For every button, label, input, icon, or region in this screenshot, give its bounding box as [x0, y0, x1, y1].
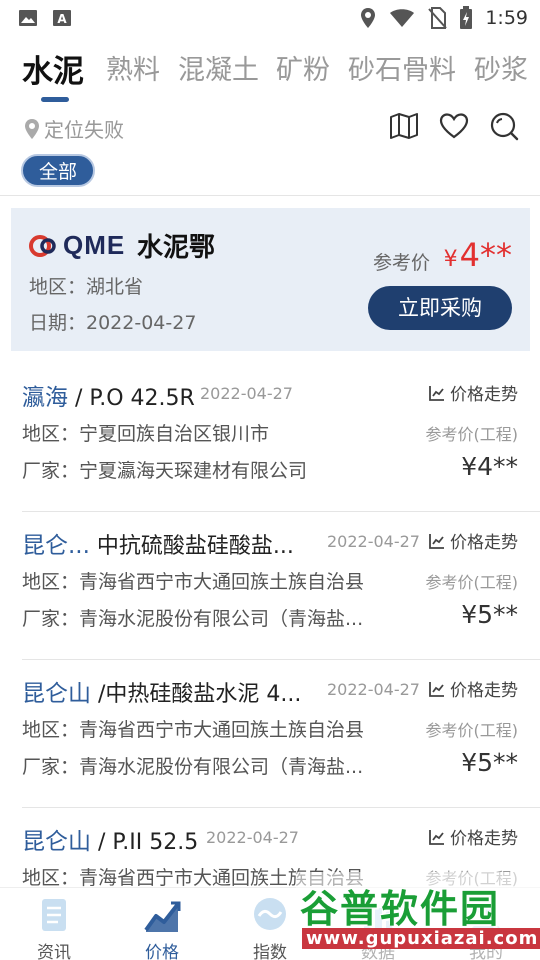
- nav-label: 价格: [145, 943, 179, 960]
- price-trend-label: 价格走势: [450, 533, 518, 553]
- no-sim-icon: [428, 7, 448, 29]
- filter-chip-all[interactable]: 全部: [21, 154, 95, 187]
- price-trend-label: 价格走势: [450, 829, 518, 849]
- category-tabs: 水泥 熟料 混凝土 矿粉 砂石骨料 砂浆: [0, 48, 540, 98]
- wifi-icon: [390, 9, 415, 27]
- trend-chart-icon: [429, 385, 444, 401]
- price-trend-link[interactable]: 价格走势: [428, 824, 518, 849]
- logo-text: QME: [63, 230, 126, 260]
- tab-aggregate[interactable]: 砂石骨料: [348, 48, 456, 87]
- location-status[interactable]: 定位失败: [22, 114, 124, 143]
- item-title: 昆仑山 /中热硅酸盐水泥 4...: [22, 674, 301, 708]
- banner-price: ¥4**: [444, 236, 512, 274]
- tab-indicator: [41, 97, 69, 102]
- price-trend-label: 价格走势: [450, 385, 518, 405]
- item-date: 2022-04-27: [200, 384, 293, 403]
- battery-charging-icon: [460, 6, 473, 29]
- item-manufacturer: 厂家：宁夏瀛海天琛建材有限公司: [22, 460, 308, 482]
- item-brand: 瀛海: [22, 385, 68, 411]
- price-trend-link[interactable]: 价格走势: [428, 676, 518, 701]
- watermark-url: www.gupuxiazai.com: [302, 928, 540, 949]
- svg-text:A: A: [57, 12, 67, 26]
- watermark-title: 谷普软件园: [300, 887, 501, 931]
- tab-clinker[interactable]: 熟料: [106, 48, 160, 87]
- header-divider: [0, 195, 540, 196]
- location-status-icon: [361, 8, 376, 28]
- item-price-label: 参考价(工程): [425, 573, 519, 592]
- nav-label: 资讯: [37, 943, 71, 960]
- tab-mortar[interactable]: 砂浆: [474, 48, 528, 87]
- trend-chart-icon: [429, 681, 444, 697]
- item-brand: 昆仑山: [22, 681, 91, 707]
- list-item[interactable]: 昆仑... 中抗硫酸盐硅酸盐... 2022-04-27 价格走势 地区：青海省…: [0, 512, 540, 660]
- item-region: 地区：青海省西宁市大通回族土族自治县: [22, 571, 365, 593]
- item-brand: 昆仑...: [22, 533, 90, 559]
- trend-chart-icon: [429, 829, 444, 845]
- price-trend-link[interactable]: 价格走势: [428, 380, 518, 405]
- banner-price-value: 4**: [459, 236, 512, 274]
- list-item[interactable]: 瀛海 / P.O 42.5R 2022-04-27 价格走势 地区：宁夏回族自治…: [0, 364, 540, 512]
- buy-now-button[interactable]: 立即采购: [368, 286, 512, 330]
- list-item[interactable]: 昆仑山 /中热硅酸盐水泥 4... 2022-04-27 价格走势 地区：青海省…: [0, 660, 540, 808]
- item-product: / P.O 42.5R: [68, 386, 195, 411]
- item-region: 地区：宁夏回族自治区银川市: [22, 423, 270, 445]
- item-product: /中热硅酸盐水泥 4...: [91, 682, 302, 707]
- item-manufacturer: 厂家：青海水泥股份有限公司（青海盐...: [22, 608, 364, 630]
- status-bar: A 1:59: [0, 0, 540, 36]
- item-date: 2022-04-27: [327, 680, 420, 699]
- qme-logo-icon: [29, 234, 56, 257]
- status-time: 1:59: [485, 7, 528, 29]
- tab-cement[interactable]: 水泥: [22, 48, 84, 91]
- nav-price[interactable]: 价格: [122, 896, 202, 960]
- banner-price-label: 参考价: [372, 252, 430, 274]
- tab-concrete[interactable]: 混凝土: [178, 48, 259, 87]
- item-product: 中抗硫酸盐硅酸盐...: [89, 534, 294, 559]
- location-text: 定位失败: [44, 118, 124, 142]
- map-icon[interactable]: [388, 110, 420, 142]
- banner-product-name: 水泥鄂: [137, 233, 216, 263]
- price-trend-label: 价格走势: [450, 681, 518, 701]
- item-date: 2022-04-27: [206, 828, 299, 847]
- favorite-heart-icon[interactable]: [438, 110, 470, 142]
- item-brand: 昆仑山: [22, 829, 91, 855]
- brand-logo: QME: [29, 230, 125, 261]
- tab-slag-powder[interactable]: 矿粉: [276, 48, 330, 87]
- font-notification-icon: A: [53, 10, 71, 26]
- item-date: 2022-04-27: [327, 532, 420, 551]
- index-icon: [254, 898, 286, 930]
- item-title: 昆仑山 / P.II 52.5: [22, 822, 198, 856]
- news-icon: [42, 899, 66, 931]
- banner-date: 日期：2022-04-27: [29, 312, 197, 334]
- chart-icon: [144, 901, 181, 932]
- banner-region: 地区：湖北省: [29, 276, 144, 298]
- item-region: 地区：青海省西宁市大通回族土族自治县: [22, 719, 365, 741]
- currency-symbol: ¥: [443, 247, 458, 272]
- item-product: / P.II 52.5: [91, 830, 199, 855]
- item-title: 瀛海 / P.O 42.5R: [22, 378, 195, 412]
- item-title: 昆仑... 中抗硫酸盐硅酸盐...: [22, 526, 294, 560]
- search-icon[interactable]: [488, 110, 520, 142]
- toolbar-icons: [388, 110, 520, 142]
- nav-news[interactable]: 资讯: [14, 896, 94, 960]
- item-price: ¥5**: [461, 600, 518, 629]
- price-trend-link[interactable]: 价格走势: [428, 528, 518, 553]
- item-price: ¥4**: [461, 452, 518, 481]
- item-manufacturer: 厂家：青海水泥股份有限公司（青海盐...: [22, 756, 364, 778]
- location-pin-icon: [25, 118, 39, 139]
- trend-chart-icon: [429, 533, 444, 549]
- image-notification-icon: [19, 10, 37, 26]
- featured-banner[interactable]: QME 水泥鄂 地区：湖北省 日期：2022-04-27 参考价 ¥4** 立即…: [11, 208, 530, 351]
- item-price-label: 参考价(工程): [425, 425, 519, 444]
- item-price-label: 参考价(工程): [425, 721, 519, 740]
- item-price: ¥5**: [461, 748, 518, 777]
- site-watermark: 谷普软件园 www.gupuxiazai.com: [296, 872, 540, 960]
